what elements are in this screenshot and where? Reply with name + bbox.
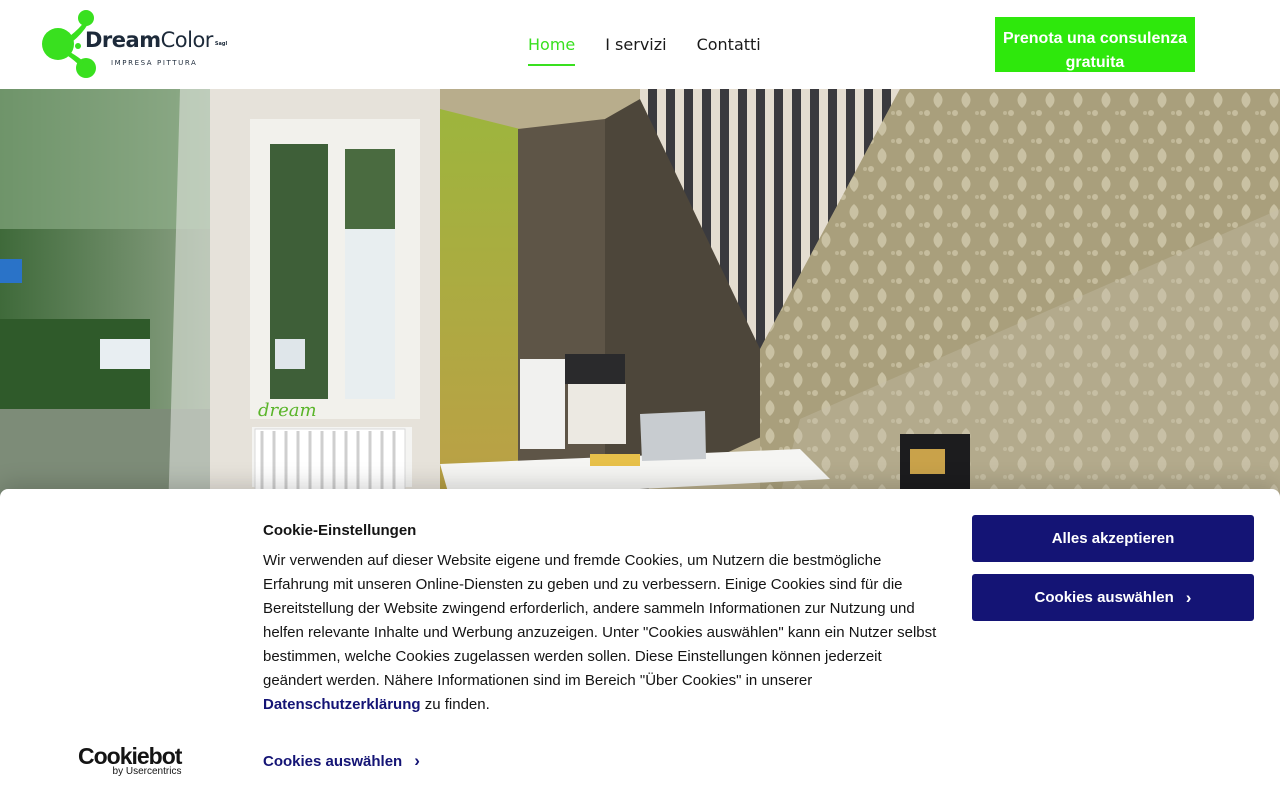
book-consultation-button[interactable]: Prenota una consulenza gratuita [995,17,1195,72]
logo-wordmark: DreamColor Sagl [85,28,228,52]
accept-all-label: Alles akzeptieren [1051,530,1175,547]
dreamcolor-logo[interactable]: DreamColor Sagl IMPRESA PITTURA [40,6,250,82]
cookie-title: Cookie-Einstellungen [263,522,417,539]
select-cookies-label: Cookies auswählen [1034,589,1174,606]
privacy-policy-link[interactable]: Datenschutzerklärung [263,696,421,713]
nav-contatti[interactable]: Contatti [697,34,761,66]
accept-all-button[interactable]: Alles akzeptieren [972,515,1254,562]
select-cookies-button[interactable]: Cookies auswählen › [972,574,1254,621]
chevron-right-icon: › [414,751,420,770]
nav-home[interactable]: Home [528,34,576,66]
cookie-description: Wir verwenden auf dieser Website eigene … [263,549,943,717]
select-cookies-link-label: Cookies auswählen [263,752,403,770]
select-cookies-link[interactable]: Cookies auswählen › [263,751,420,771]
logo-tagline: IMPRESA PITTURA [111,59,198,67]
cookie-consent-banner: Cookie-Einstellungen Wir verwenden auf d… [0,489,1280,800]
cookie-description-text: Wir verwenden auf dieser Website eigene … [263,552,937,689]
site-header: DreamColor Sagl IMPRESA PITTURA Home I se… [0,0,1280,89]
cookiebot-logo[interactable]: Cookiebot by Usercentrics [78,743,182,777]
cookiebot-name: Cookiebot [78,743,182,769]
nav-servizi[interactable]: I servizi [605,34,666,66]
cookie-description-end: zu finden. [420,696,490,713]
chevron-right-icon: › [1185,587,1192,607]
main-nav: Home I servizi Contatti [528,34,761,66]
wall-lettering: dream [258,400,317,421]
